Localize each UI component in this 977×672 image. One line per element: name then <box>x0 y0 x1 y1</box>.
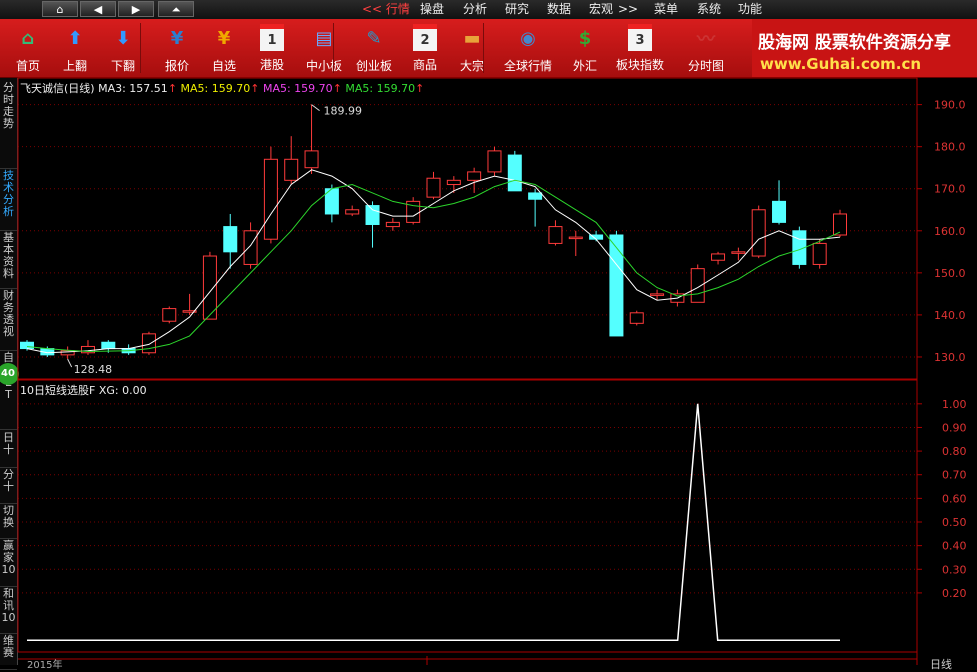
candle-body <box>284 158 299 181</box>
candle-body <box>548 226 563 244</box>
y-tick-label: 0.20 <box>942 587 967 600</box>
y-tick-label: 140.0 <box>934 309 966 322</box>
candle-body <box>772 200 787 223</box>
candle-body <box>345 209 360 215</box>
y-tick-label: 1.00 <box>942 398 967 411</box>
date-label: 2015年 <box>27 660 63 671</box>
candle-body <box>711 253 726 261</box>
candle-body <box>263 158 278 240</box>
y-tick-label: 0.40 <box>942 540 967 553</box>
low-label: 128.48 <box>74 363 113 376</box>
candle-body <box>141 333 156 354</box>
ma3-value: MA3: 157.51 <box>98 82 168 95</box>
ma5-value-1: MA5: 159.70 <box>180 82 251 95</box>
y-tick-label: 150.0 <box>934 267 966 280</box>
candle-body <box>609 234 624 337</box>
y-tick-label: 170.0 <box>934 183 966 196</box>
y-tick-label: 0.60 <box>942 492 967 505</box>
y-tick-label: 130.0 <box>934 351 966 364</box>
candle-body <box>487 150 502 173</box>
candle-body <box>629 312 644 324</box>
y-tick-label: 0.90 <box>942 421 967 434</box>
candle-body <box>507 154 522 192</box>
candle-body <box>751 209 766 257</box>
candle-body <box>101 341 116 350</box>
candle-body <box>446 179 461 186</box>
y-tick-label: 0.70 <box>942 469 967 482</box>
y-tick-label: 160.0 <box>934 225 966 238</box>
ma5-line <box>26 179 841 353</box>
sub-legend: 10日短线选股F XG: 0.00 <box>20 384 147 397</box>
candle-body <box>812 242 827 265</box>
y-tick-label: 0.50 <box>942 516 967 529</box>
period-label: 日线 <box>930 658 952 671</box>
y-tick-label: 180.0 <box>934 141 966 154</box>
candle-body <box>304 150 319 169</box>
candle-body <box>426 177 441 198</box>
kline-chart[interactable]: 190.0 180.0 170.0 160.0 150.0 140.0 130.0 1.00 0… <box>0 0 977 665</box>
candle-body <box>833 213 847 236</box>
candle-body <box>467 171 482 181</box>
candle-body <box>568 236 583 240</box>
candle-body <box>20 341 34 350</box>
candle-body <box>243 230 258 265</box>
candle-body <box>385 221 400 228</box>
y-tick-label: 0.80 <box>942 445 967 458</box>
sub-panel-frame <box>17 379 918 653</box>
y-tick-label: 190.0 <box>934 99 966 112</box>
high-pointer <box>311 104 320 112</box>
candle-body <box>162 308 177 322</box>
y-tick-label: 0.30 <box>942 563 967 576</box>
candle-body <box>731 251 746 254</box>
high-label: 189.99 <box>324 105 363 118</box>
candle-body <box>365 205 380 225</box>
candle-body <box>690 268 705 303</box>
low-pointer <box>67 358 73 368</box>
candle-body <box>223 226 238 253</box>
main-legend: 飞天诚信(日线) MA3: 157.51↑ MA5: 159.70↑ MA5: … <box>20 82 425 95</box>
candle-body <box>528 192 543 200</box>
ma5-value-2: MA5: 159.70 <box>262 82 333 95</box>
stock-name: 飞天诚信(日线) <box>20 82 95 95</box>
candle-body <box>650 293 665 296</box>
ma5-value-3: MA5: 159.70 <box>345 82 416 95</box>
